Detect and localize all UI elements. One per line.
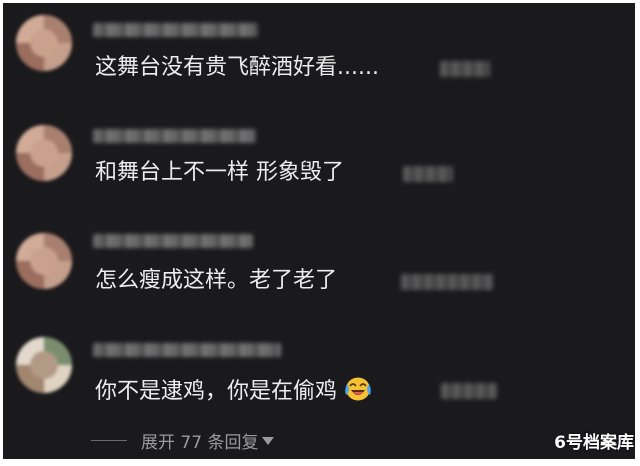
avatar[interactable] bbox=[16, 125, 72, 181]
timestamp-blurred bbox=[403, 166, 453, 182]
chevron-down-icon bbox=[262, 437, 275, 445]
expand-replies-button[interactable]: 展开 77 条回复 bbox=[91, 426, 275, 454]
divider-line bbox=[91, 439, 127, 441]
username-blurred[interactable] bbox=[93, 129, 256, 143]
comment-text: 你不是逮鸡，你是在偷鸡 bbox=[95, 374, 373, 411]
expand-replies-label: 展开 77 条回复 bbox=[141, 432, 259, 453]
watermark: 6号档案库 bbox=[554, 433, 634, 453]
comment-text: 这舞台没有贵飞醉酒好看...... bbox=[95, 55, 379, 80]
comment-text: 怎么瘦成这样。老了老了 bbox=[95, 268, 338, 293]
timestamp-blurred bbox=[401, 274, 493, 290]
comment-panel: 这舞台没有贵飞醉酒好看...... 和舞台上不一样 形象毁了 怎么瘦成这样。老了… bbox=[3, 3, 635, 459]
comment-text: 和舞台上不一样 形象毁了 bbox=[95, 160, 344, 185]
comment-text-content: 你不是逮鸡，你是在偷鸡 bbox=[95, 379, 338, 404]
username-blurred[interactable] bbox=[93, 234, 253, 248]
username-blurred[interactable] bbox=[93, 23, 258, 37]
avatar[interactable] bbox=[16, 15, 72, 71]
laughing-tears-emoji-icon bbox=[343, 374, 373, 411]
avatar[interactable] bbox=[16, 337, 72, 393]
avatar[interactable] bbox=[16, 233, 72, 289]
username-blurred[interactable] bbox=[93, 343, 281, 357]
timestamp-blurred bbox=[440, 61, 490, 77]
timestamp-blurred bbox=[441, 383, 497, 399]
